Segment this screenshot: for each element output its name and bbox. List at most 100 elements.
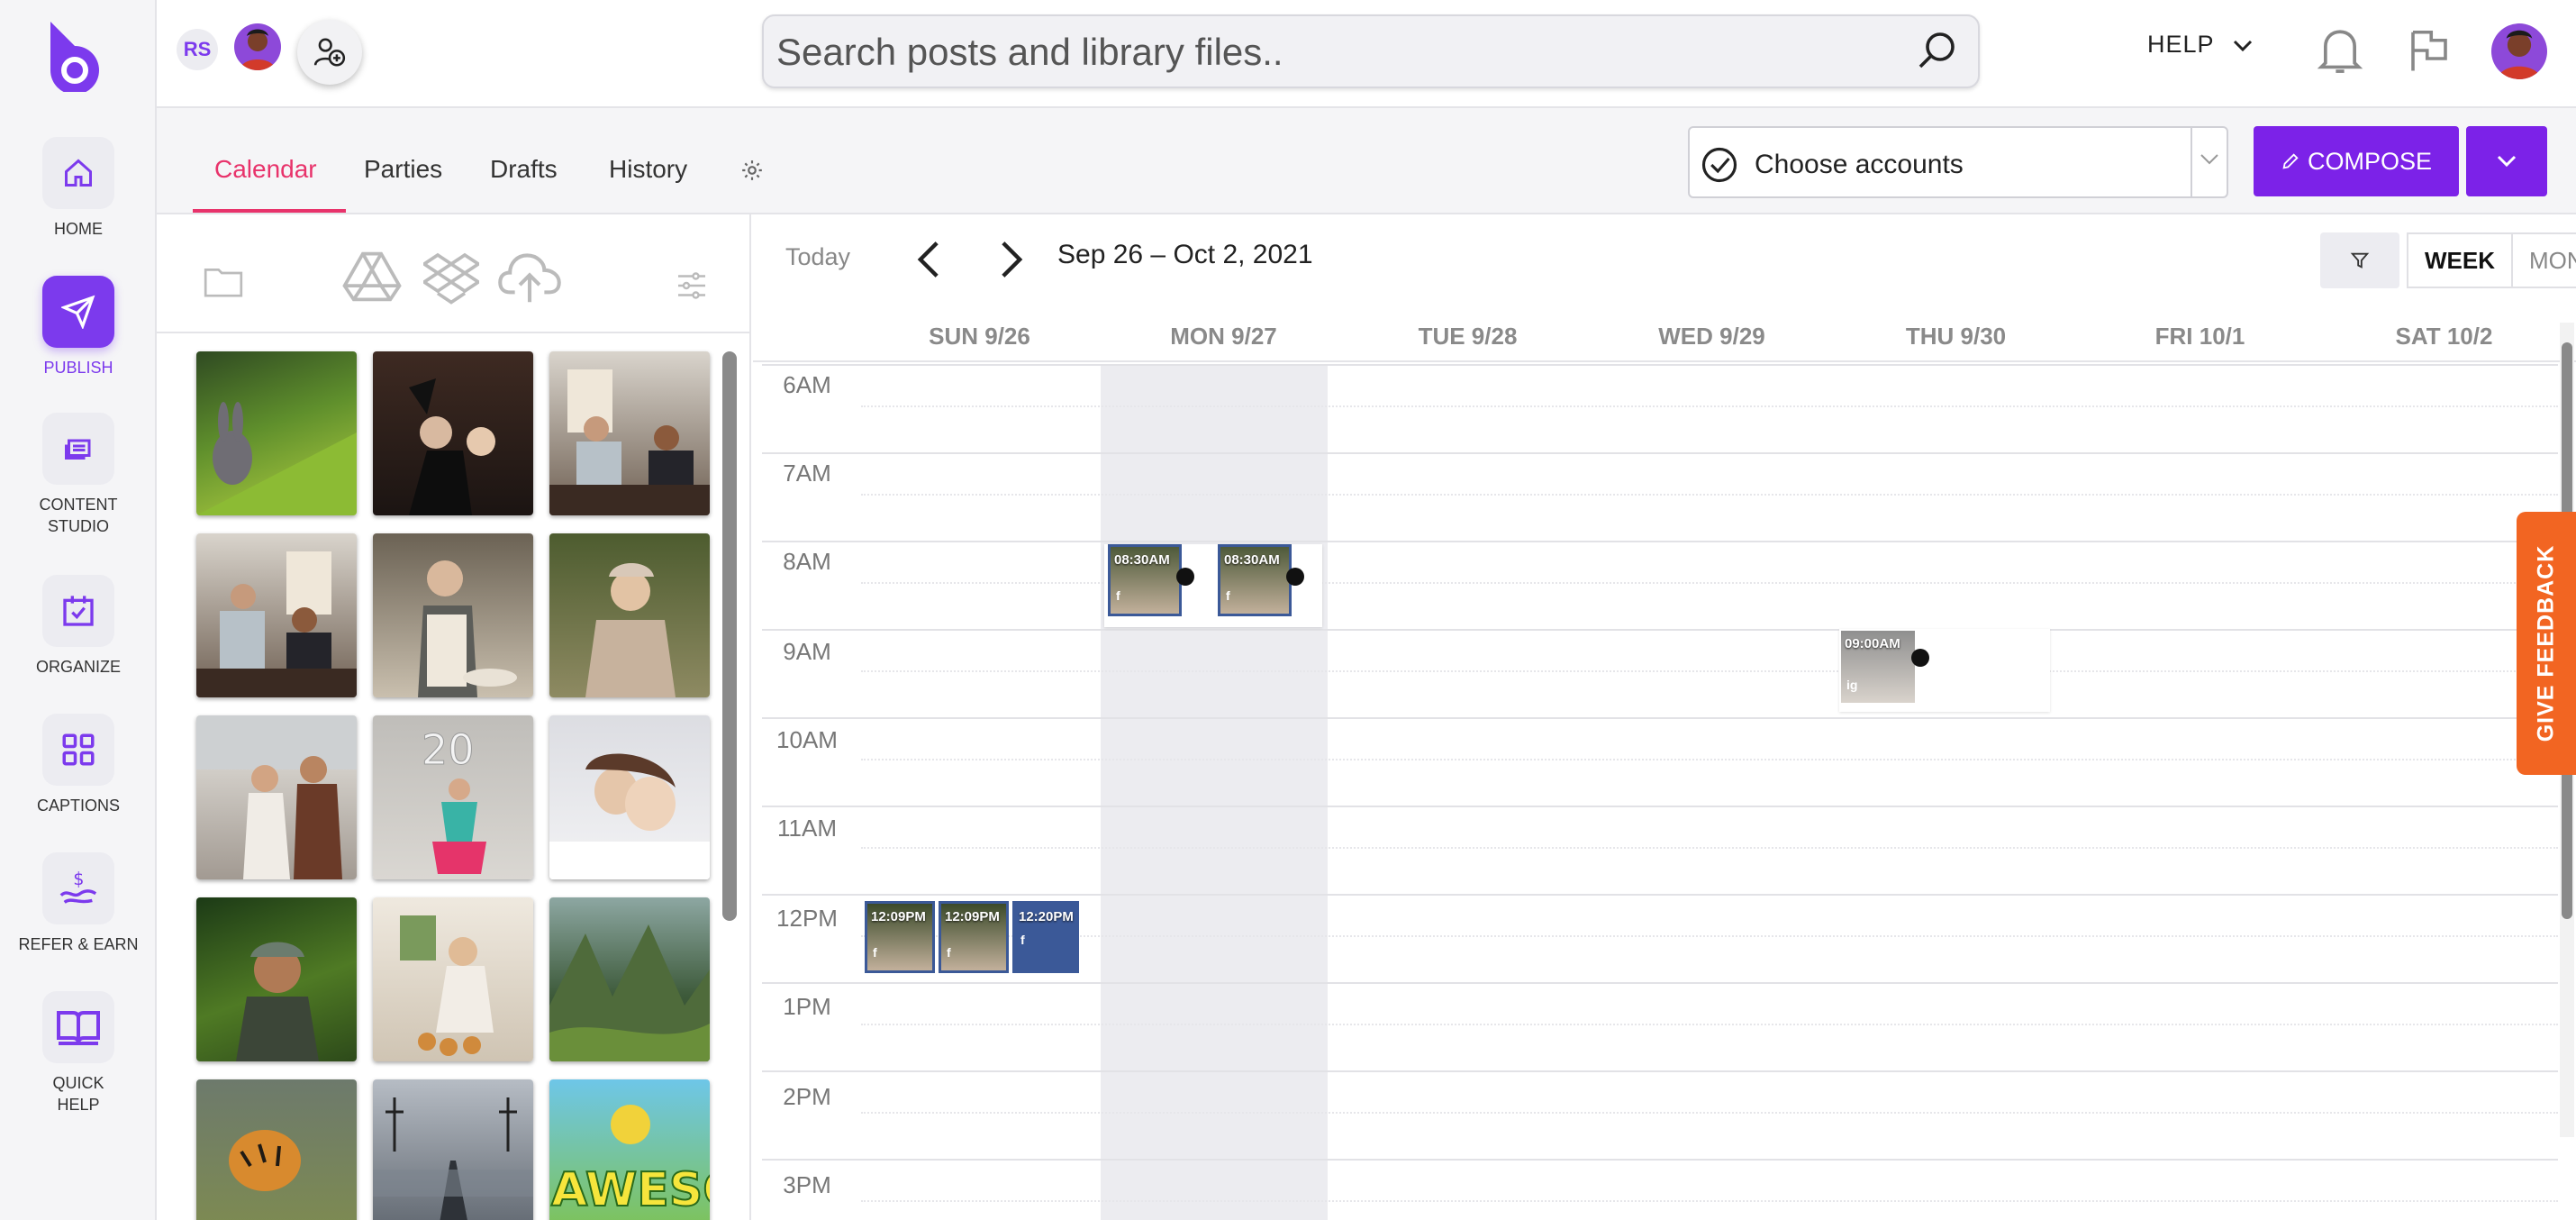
scheduled-post[interactable]: 12:09PM f	[865, 901, 935, 973]
library-image[interactable]	[196, 533, 357, 697]
library-scrollbar[interactable]	[722, 351, 737, 921]
hour-divider	[762, 452, 2558, 454]
scheduled-post[interactable]: 08:30AM f	[1108, 544, 1182, 616]
library-image[interactable]	[373, 533, 533, 697]
chevron-right-icon[interactable]	[1000, 240, 1023, 279]
add-user-button[interactable]	[297, 20, 362, 85]
tab-history[interactable]: History	[609, 155, 687, 184]
dropbox-icon[interactable]	[423, 250, 479, 305]
scheduled-post[interactable]: 12:09PM f	[939, 901, 1009, 973]
workspace-initials-avatar[interactable]: RS	[177, 29, 218, 70]
half-hour-divider	[861, 405, 2558, 407]
post-status-dot	[1176, 568, 1194, 586]
filter-button[interactable]	[2320, 232, 2399, 288]
team-member-avatar[interactable]	[234, 23, 281, 70]
folder-icon[interactable]	[204, 265, 243, 297]
give-feedback-label: GIVE FEEDBACK	[2533, 544, 2559, 742]
chevron-down-icon	[2233, 40, 2252, 51]
post-time: 12:20PM	[1019, 909, 1074, 924]
layers-icon	[42, 413, 114, 485]
library-image[interactable]	[549, 351, 710, 515]
library-image[interactable]	[373, 1079, 533, 1220]
app-logo[interactable]	[43, 16, 106, 95]
facebook-icon: f	[1226, 588, 1230, 603]
week-view-button[interactable]: WEEK	[2407, 232, 2513, 288]
compose-button[interactable]: COMPOSE	[2254, 126, 2459, 196]
nav-captions[interactable]: CAPTIONS	[0, 714, 157, 816]
choose-accounts-dropdown[interactable]: Choose accounts	[1688, 126, 2228, 198]
sliders-icon[interactable]	[676, 270, 708, 301]
nav-content-studio[interactable]: CONTENT STUDIO	[0, 413, 157, 537]
hour-label: 6AM	[783, 371, 831, 398]
tab-calendar[interactable]: Calendar	[214, 155, 317, 184]
book-icon	[42, 991, 114, 1063]
facebook-icon: f	[1116, 588, 1120, 603]
add-user-icon	[313, 38, 346, 67]
home-icon	[42, 137, 114, 209]
view-switcher: WEEK MONTH	[2320, 232, 2576, 288]
hour-label: 11AM	[777, 815, 837, 842]
month-view-button[interactable]: MONTH	[2513, 232, 2576, 288]
today-button[interactable]: Today	[785, 243, 850, 271]
library-image[interactable]	[196, 897, 357, 1061]
settings-gear-icon[interactable]	[740, 159, 764, 182]
user-profile-avatar[interactable]	[2491, 23, 2547, 79]
weekday-header: SUN 9/26 MON 9/27 TUE 9/28 WED 9/29 THU …	[753, 323, 2576, 362]
nav-publish[interactable]: PUBLISH	[0, 276, 157, 378]
nav-organize[interactable]: ORGANIZE	[0, 575, 157, 678]
scheduled-post[interactable]: 12:20PM f	[1012, 901, 1079, 973]
help-label: HELP	[2147, 31, 2215, 58]
library-image[interactable]	[196, 1079, 357, 1220]
tab-drafts[interactable]: Drafts	[490, 155, 558, 184]
scheduled-post[interactable]: 09:00AM ig	[1841, 631, 1915, 703]
library-image[interactable]	[549, 533, 710, 697]
half-hour-divider	[861, 670, 2558, 672]
search-input[interactable]	[776, 27, 1884, 77]
nav-refer-earn[interactable]: $ REFER & EARN	[0, 852, 157, 955]
tab-parties[interactable]: Parties	[364, 155, 442, 184]
search-icon[interactable]	[1915, 29, 1958, 72]
compose-options-button[interactable]	[2466, 126, 2547, 196]
nav-captions-label: CAPTIONS	[36, 797, 120, 815]
half-hour-divider	[861, 847, 2558, 849]
publish-subbar: Calendar Parties Drafts History Choose a…	[157, 108, 2576, 214]
media-library-panel: 20 AWESOM	[157, 214, 751, 1220]
post-status-dot	[1286, 568, 1304, 586]
cloud-upload-icon[interactable]	[497, 250, 562, 305]
paper-plane-icon	[42, 276, 114, 348]
hour-label: 3PM	[783, 1171, 831, 1198]
give-feedback-tab[interactable]: GIVE FEEDBACK	[2517, 512, 2576, 775]
help-dropdown[interactable]: HELP	[2147, 31, 2253, 59]
library-image[interactable]: 20	[373, 715, 533, 879]
day-header: TUE 9/28	[1418, 323, 1518, 350]
post-time: 09:00AM	[1845, 636, 1900, 651]
nav-quick-help[interactable]: QUICK HELP	[0, 991, 157, 1115]
chevron-left-icon[interactable]	[917, 240, 940, 279]
library-image[interactable]	[549, 897, 710, 1061]
google-drive-icon[interactable]	[342, 250, 402, 303]
library-image[interactable]	[373, 897, 533, 1061]
library-image[interactable]	[373, 351, 533, 515]
compose-label: COMPOSE	[2307, 147, 2433, 175]
day-header: SAT 10/2	[2395, 323, 2493, 350]
facebook-icon: f	[947, 945, 951, 960]
library-image[interactable]	[196, 715, 357, 879]
left-nav: HOME PUBLISH CONTENT STUDIO ORGANIZE CAP	[0, 0, 157, 1220]
nav-content-studio-label: CONTENT STUDIO	[39, 496, 118, 535]
hour-divider	[762, 364, 2558, 366]
post-time: 08:30AM	[1224, 552, 1280, 568]
nav-home[interactable]: HOME	[0, 137, 157, 240]
pencil-icon	[2282, 153, 2299, 169]
scheduled-post[interactable]: 08:30AM f	[1218, 544, 1292, 616]
dropdown-divider	[2191, 128, 2192, 196]
library-image[interactable]: AWESOM	[549, 1079, 710, 1220]
instagram-icon: ig	[1846, 678, 1858, 692]
notifications-bell-icon[interactable]	[2315, 23, 2365, 77]
library-image[interactable]	[196, 351, 357, 515]
week-time-grid: 6AM 7AM 8AM 9AM 10AM 11AM 12PM 1PM 2PM 3…	[762, 364, 2558, 1220]
library-toolbar	[157, 214, 751, 333]
post-time: 12:09PM	[871, 909, 926, 924]
day-header: SUN 9/26	[929, 323, 1030, 350]
flag-icon[interactable]	[2405, 25, 2454, 76]
library-image[interactable]	[549, 715, 710, 879]
